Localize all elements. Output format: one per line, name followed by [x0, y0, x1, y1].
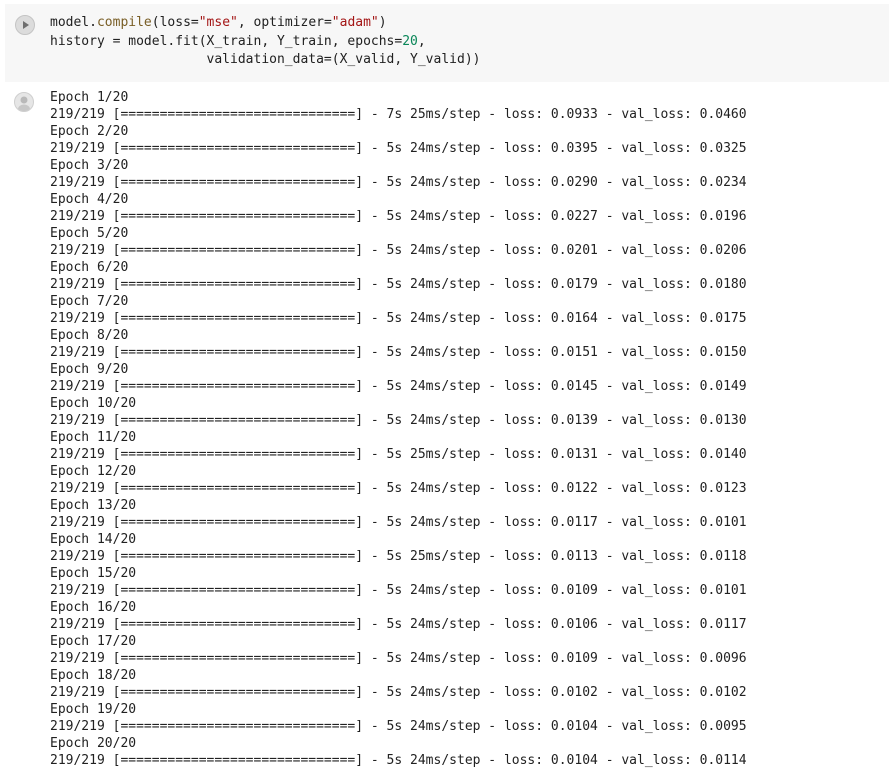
epoch-progress-log: 219/219 [==============================]… [50, 141, 747, 156]
epoch-progress-log: 219/219 [==============================]… [50, 447, 747, 462]
epoch-header: Epoch 7/20 [50, 294, 129, 309]
epoch-progress-log: 219/219 [==============================]… [50, 583, 747, 598]
epoch-progress-log: 219/219 [==============================]… [50, 617, 747, 632]
epoch-progress-log: 219/219 [==============================]… [50, 719, 747, 734]
epoch-header: Epoch 18/20 [50, 668, 137, 683]
code-line-1: model.compile(loss="mse", optimizer="ada… [50, 15, 387, 30]
epoch-header: Epoch 10/20 [50, 396, 137, 411]
epoch-header: Epoch 8/20 [50, 328, 129, 343]
epoch-progress-log: 219/219 [==============================]… [50, 175, 747, 190]
play-icon [23, 21, 29, 29]
epoch-header: Epoch 16/20 [50, 600, 137, 615]
epoch-progress-log: 219/219 [==============================]… [50, 413, 747, 428]
epoch-progress-log: 219/219 [==============================]… [50, 107, 747, 122]
epoch-header: Epoch 3/20 [50, 158, 129, 173]
code-line-3: validation_data=(X_valid, Y_valid)) [50, 52, 481, 67]
epoch-progress-log: 219/219 [==============================]… [50, 379, 747, 394]
epoch-header: Epoch 19/20 [50, 702, 137, 717]
epoch-progress-log: 219/219 [==============================]… [50, 243, 747, 258]
epoch-header: Epoch 5/20 [50, 226, 129, 241]
code-editor[interactable]: model.compile(loss="mse", optimizer="ada… [50, 14, 480, 70]
epoch-header: Epoch 6/20 [50, 260, 129, 275]
epoch-header: Epoch 15/20 [50, 566, 137, 581]
code-cell[interactable]: model.compile(loss="mse", optimizer="ada… [5, 4, 889, 82]
epoch-progress-log: 219/219 [==============================]… [50, 209, 747, 224]
epoch-header: Epoch 4/20 [50, 192, 129, 207]
epoch-progress-log: 219/219 [==============================]… [50, 311, 747, 326]
epoch-header: Epoch 11/20 [50, 430, 137, 445]
epoch-progress-log: 219/219 [==============================]… [50, 549, 747, 564]
epoch-header: Epoch 12/20 [50, 464, 137, 479]
cell-output: Epoch 1/20 219/219 [=====================… [50, 89, 880, 769]
epoch-progress-log: 219/219 [==============================]… [50, 685, 747, 700]
epoch-progress-log: 219/219 [==============================]… [50, 277, 747, 292]
epoch-progress-log: 219/219 [==============================]… [50, 515, 747, 530]
epoch-header: Epoch 1/20 [50, 90, 129, 105]
epoch-progress-log: 219/219 [==============================]… [50, 345, 747, 360]
epoch-progress-log: 219/219 [==============================]… [50, 651, 747, 666]
epoch-header: Epoch 14/20 [50, 532, 137, 547]
epoch-progress-log: 219/219 [==============================]… [50, 753, 747, 768]
output-avatar-icon [14, 92, 34, 112]
epoch-progress-log: 219/219 [==============================]… [50, 481, 747, 496]
epoch-header: Epoch 20/20 [50, 736, 137, 751]
run-cell-button[interactable] [15, 15, 35, 35]
code-line-2: history = model.fit(X_train, Y_train, ep… [50, 33, 426, 49]
epoch-header: Epoch 17/20 [50, 634, 137, 649]
epoch-header: Epoch 2/20 [50, 124, 129, 139]
epoch-header: Epoch 9/20 [50, 362, 129, 377]
epoch-header: Epoch 13/20 [50, 498, 137, 513]
